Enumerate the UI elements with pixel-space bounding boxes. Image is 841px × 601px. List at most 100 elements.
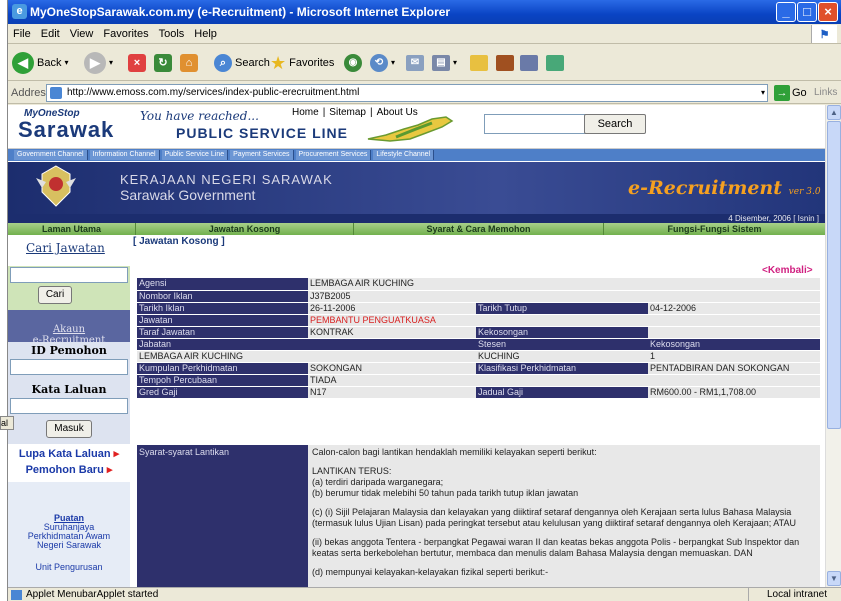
site-header: MyOneStop Sarawak You have reached... PU… — [8, 105, 825, 149]
table-row: Kumpulan Perkhidmatan SOKONGAN Klasifikasi… — [137, 362, 820, 375]
arrow-right-icon: ▸ — [113, 448, 120, 460]
arrow-right-icon: ▸ — [106, 464, 113, 476]
folder-icon — [470, 55, 488, 71]
folder-button[interactable] — [470, 51, 488, 75]
sitemap-link[interactable]: Sitemap — [327, 107, 368, 118]
menu-edit[interactable]: Edit — [36, 24, 65, 44]
channel-lifestyle[interactable]: Lifestyle Channel — [373, 150, 435, 160]
home-link[interactable]: Home — [290, 107, 321, 118]
site-logo[interactable]: Sarawak — [18, 117, 114, 143]
address-bar: Address http://www.emoss.com.my/services… — [8, 82, 841, 120]
vertical-scrollbar[interactable]: ▲ ▼ — [825, 105, 841, 587]
minimize-icon[interactable]: _ — [776, 2, 796, 22]
address-input[interactable]: http://www.emoss.com.my/services/index-p… — [46, 84, 768, 102]
title-bar: e MyOneStopSarawak.com.my (e-Recruitment… — [8, 0, 841, 24]
media-icon: ◉ — [344, 54, 362, 72]
close-icon[interactable]: × — [818, 2, 838, 22]
book-icon — [496, 55, 514, 71]
sarawak-map-icon — [367, 116, 454, 142]
kata-laluan-input[interactable] — [10, 398, 128, 414]
id-pemohon-input[interactable] — [10, 359, 128, 375]
window-title: MyOneStopSarawak.com.my (e-Recruitment) … — [30, 5, 451, 19]
mail-button[interactable]: ✉ — [406, 51, 424, 75]
print-button[interactable]: ▤ ▾ — [432, 51, 457, 75]
status-text: Applet MenubarApplet started — [26, 589, 159, 600]
scroll-down-icon[interactable]: ▼ — [827, 571, 841, 586]
scroll-up-icon[interactable]: ▲ — [827, 105, 841, 120]
job-details-table: Agensi LEMBAGA AIR KUCHING Nombor Iklan J3… — [137, 278, 820, 399]
maximize-icon[interactable]: □ — [797, 2, 817, 22]
nav-laman-utama[interactable]: Laman Utama — [8, 223, 136, 235]
channel-government[interactable]: Government Channel — [14, 150, 88, 160]
table-row: Nombor Iklan J37B2005 — [137, 290, 820, 303]
page-viewport: MyOneStop Sarawak You have reached... PU… — [8, 105, 825, 587]
research-button[interactable] — [520, 51, 538, 75]
syarat-section: Syarat-syarat Lantikan Calon-calon bagi … — [137, 445, 820, 587]
version-label: ver 3.0 — [788, 187, 821, 197]
channel-public-service[interactable]: Public Service Line — [161, 150, 229, 160]
channel-procurement[interactable]: Procurement Services — [295, 150, 372, 160]
stop-icon: × — [128, 54, 146, 72]
toolbar: ◀ Back ▾ ▶ ▾ × ↻ ⌂ ⌕ Search ★ Favorites ◉ ⟲ ▾ … — [8, 45, 841, 81]
table-header-row: Jabatan Stesen Kekosongan — [137, 338, 820, 351]
government-name-en: Sarawak Government — [120, 187, 256, 203]
unit-pengurusan-link[interactable]: Unit Pengurusan — [8, 562, 130, 572]
nav-jawatan-kosong[interactable]: Jawatan Kosong — [136, 223, 354, 235]
table-row: Taraf Jawatan KONTRAK Kekosongan — [137, 326, 820, 339]
service-line-title: PUBLIC SERVICE LINE — [176, 125, 348, 141]
kembali-link[interactable]: <Kembali> — [762, 265, 813, 276]
crest-icon — [36, 165, 76, 207]
search-button[interactable]: ⌕ Search — [214, 51, 270, 75]
nav-syarat[interactable]: Syarat & Cara Memohon — [354, 223, 604, 235]
site-search-button[interactable]: Search — [584, 114, 646, 134]
table-row: LEMBAGA AIR KUCHING KUCHING 1 — [137, 350, 820, 363]
menu-help[interactable]: Help — [189, 24, 222, 44]
menu-tools[interactable]: Tools — [154, 24, 190, 44]
search-icon: ⌕ — [214, 54, 232, 72]
cari-input[interactable] — [10, 267, 128, 283]
forward-button[interactable]: ▶ ▾ — [84, 51, 113, 75]
stop-button[interactable]: × — [128, 51, 146, 75]
star-icon: ★ — [270, 53, 287, 73]
table-row: Jawatan PEMBANTU PENGUATKUASA — [137, 314, 820, 327]
nav-fungsi[interactable]: Fungsi-Fungsi Sistem — [604, 223, 825, 235]
cari-button[interactable]: Cari — [38, 286, 72, 304]
tagline: You have reached... — [140, 109, 259, 123]
menu-view[interactable]: View — [65, 24, 99, 44]
media-button[interactable]: ◉ — [344, 51, 362, 75]
go-button[interactable]: → Go — [774, 84, 807, 102]
favorites-button[interactable]: ★ Favorites — [270, 51, 334, 75]
browser-window: e MyOneStopSarawak.com.my (e-Recruitment… — [8, 0, 841, 601]
refresh-button[interactable]: ↻ — [154, 51, 172, 75]
home-button[interactable]: ⌂ — [180, 51, 198, 75]
table-row: Tarikh Iklan 26-11-2006 Tarikh Tutup 04-12-… — [137, 302, 820, 315]
site-search-input[interactable] — [484, 114, 594, 134]
table-row: Tempoh Percubaan TIADA — [137, 374, 820, 387]
menu-file[interactable]: File — [8, 24, 36, 44]
akaun-link[interactable]: Akaun e-Recruitment — [8, 310, 130, 346]
puatan-link[interactable]: Puatan Suruhanjaya Perkhidmatan Awam Negeri… — [8, 514, 130, 550]
lupa-kata-laluan-link[interactable]: Lupa Kata Laluan ▸ — [8, 447, 130, 460]
cari-box: Cari — [8, 266, 130, 310]
address-label: Address — [11, 87, 52, 99]
kata-laluan-label: Kata Laluan — [31, 383, 107, 396]
back-button[interactable]: ◀ Back ▾ — [12, 51, 68, 75]
messenger-button[interactable] — [496, 51, 514, 75]
cari-jawatan-link[interactable]: Cari Jawatan — [26, 241, 105, 255]
sidebar-links: Puatan Suruhanjaya Perkhidmatan Awam Negeri… — [8, 482, 130, 587]
history-button[interactable]: ⟲ ▾ — [370, 51, 395, 75]
channel-information[interactable]: Information Channel — [89, 150, 160, 160]
government-banner: KERAJAAN NEGERI SARAWAK Sarawak Governme… — [8, 162, 825, 214]
channel-payment[interactable]: Payment Services — [230, 150, 294, 160]
ie-icon: e — [12, 4, 27, 19]
masuk-button[interactable]: Masuk — [46, 420, 92, 438]
security-zone: Local intranet — [747, 588, 827, 601]
menu-favorites[interactable]: Favorites — [98, 24, 153, 44]
scroll-thumb[interactable] — [827, 121, 841, 429]
dropdown-icon[interactable]: ▾ — [761, 85, 765, 101]
discuss-button[interactable] — [546, 51, 564, 75]
back-arrow-icon: ◀ — [12, 52, 34, 74]
pemohon-baru-link[interactable]: Pemohon Baru ▸ — [8, 463, 130, 476]
government-name: KERAJAAN NEGERI SARAWAK — [120, 172, 333, 187]
research-icon — [520, 55, 538, 71]
